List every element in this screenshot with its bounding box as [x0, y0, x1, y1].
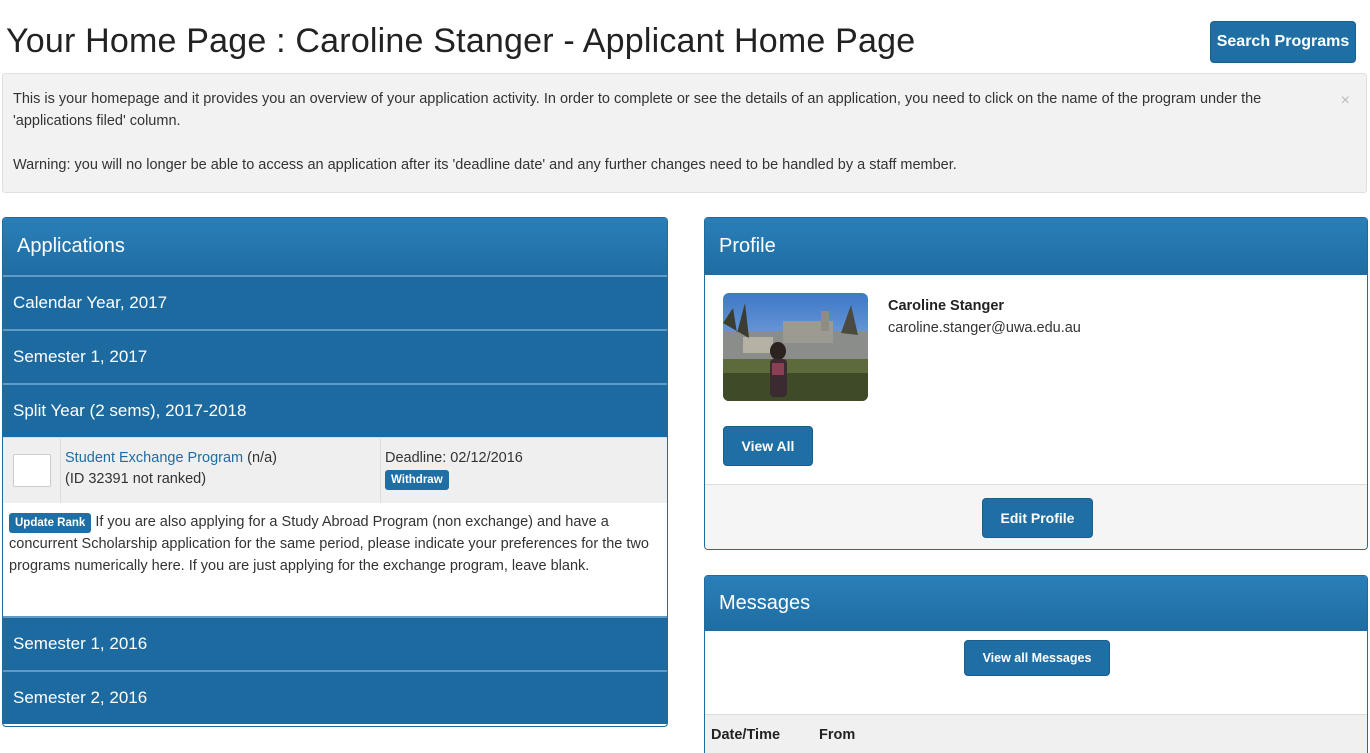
- info-alert: This is your homepage and it provides yo…: [2, 73, 1367, 193]
- view-all-button[interactable]: View All: [723, 426, 813, 466]
- applications-panel: Applications Calendar Year, 2017 Semeste…: [2, 217, 668, 727]
- profile-email: caroline.stanger@uwa.edu.au: [888, 320, 1081, 336]
- edit-profile-button[interactable]: Edit Profile: [982, 498, 1093, 538]
- warning-text: Warning: you will no longer be able to a…: [13, 157, 957, 173]
- program-suffix: (n/a): [243, 450, 277, 466]
- messages-heading: Messages: [705, 576, 1367, 631]
- profile-panel: Profile Caroline Stanger caroline.stange…: [704, 217, 1368, 550]
- group-split-year-2017-2018[interactable]: Split Year (2 sems), 2017-2018: [3, 383, 667, 437]
- program-link[interactable]: Student Exchange Program: [65, 450, 243, 466]
- group-semester1-2017[interactable]: Semester 1, 2017: [3, 329, 667, 383]
- search-programs-button[interactable]: Search Programs: [1210, 21, 1356, 63]
- profile-name: Caroline Stanger: [888, 298, 1005, 314]
- group-semester1-2016[interactable]: Semester 1, 2016: [3, 616, 667, 670]
- update-rank-button[interactable]: Update Rank: [9, 513, 92, 533]
- withdraw-button[interactable]: Withdraw: [385, 470, 449, 490]
- rank-input[interactable]: [12, 454, 51, 487]
- messages-panel: Messages View all Messages Date/Time Fro…: [704, 575, 1368, 753]
- close-icon[interactable]: ×: [1341, 90, 1350, 112]
- messages-table-header: Date/Time From: [705, 714, 1367, 753]
- group-calendar-2017[interactable]: Calendar Year, 2017: [3, 275, 667, 329]
- view-all-messages-button[interactable]: View all Messages: [964, 640, 1110, 676]
- deadline-text: Deadline: 02/12/2016: [385, 450, 523, 466]
- rank-note-text: If you are also applying for a Study Abr…: [9, 514, 649, 574]
- applications-heading: Applications: [3, 218, 667, 275]
- application-row: Student Exchange Program (n/a) (ID 32391…: [3, 437, 667, 503]
- group-semester2-2016[interactable]: Semester 2, 2016: [3, 670, 667, 724]
- column-from[interactable]: From: [819, 727, 855, 743]
- page-title: Your Home Page : Caroline Stanger - Appl…: [6, 22, 916, 60]
- rank-note: Update Rank If you are also applying for…: [3, 503, 667, 616]
- application-id: (ID 32391 not ranked): [65, 471, 207, 487]
- profile-photo: [723, 293, 868, 401]
- profile-heading: Profile: [705, 218, 1367, 275]
- column-datetime[interactable]: Date/Time: [705, 727, 819, 743]
- info-text: This is your homepage and it provides yo…: [13, 91, 1262, 129]
